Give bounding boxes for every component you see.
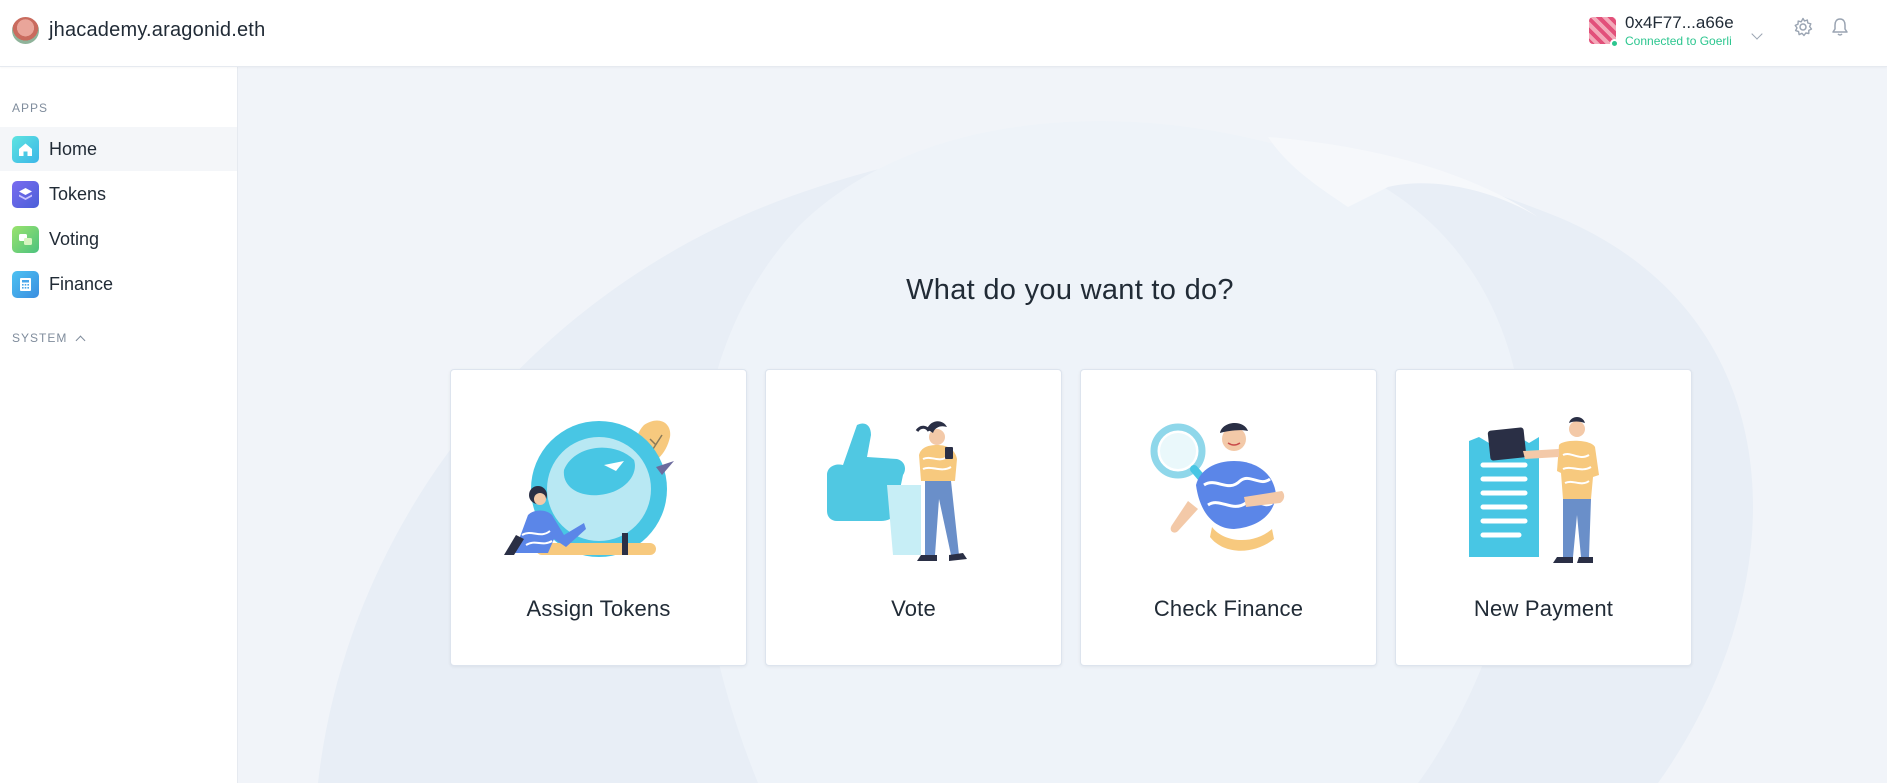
new-payment-illustration [1469,417,1599,563]
main-content: What do you want to do? Assign Tokens Vo… [238,67,1887,783]
account-address: 0x4F77...a66e [1625,13,1734,32]
apps-section-label: APPS [12,101,49,115]
tokens-icon [12,180,39,208]
finance-icon [12,270,39,298]
assign-tokens-card[interactable]: Assign Tokens [450,369,747,666]
new-payment-card[interactable]: New Payment [1395,369,1692,666]
check-finance-illustration [1150,422,1285,551]
home-icon [12,135,39,163]
sidebar-item-finance[interactable]: Finance [0,262,237,306]
org-switcher[interactable]: jhacademy.aragonid.eth [12,15,265,45]
sidebar-item-label: Home [49,138,98,159]
network-status: Connected to Goerli [1625,34,1732,48]
sidebar-item-label: Finance [49,273,114,294]
sidebar-item-label: Tokens [49,183,107,204]
sidebar-item-label: Voting [49,228,100,249]
bell-icon [1832,18,1848,36]
system-section-toggle[interactable]: SYSTEM [12,331,86,345]
check-finance-card[interactable]: Check Finance [1080,369,1377,666]
vote-illustration [827,421,967,561]
new-payment-label: New Payment [1473,596,1614,621]
vote-card[interactable]: Vote [765,369,1062,666]
chevron-down-icon [1751,28,1763,40]
sidebar-item-home[interactable]: Home [0,127,237,171]
org-name: jhacademy.aragonid.eth [49,18,266,41]
voting-icon [12,225,39,253]
settings-button[interactable] [1788,12,1818,42]
org-avatar [12,16,39,44]
page-title: What do you want to do? [906,274,1234,306]
assign-tokens-label: Assign Tokens [526,596,671,621]
sidebar: APPS Home Tokens Voting Finance SYSTEM [0,67,238,783]
vote-label: Vote [891,596,936,621]
system-section-label: SYSTEM [12,331,68,345]
assign-tokens-illustration [504,420,674,557]
sidebar-item-tokens[interactable]: Tokens [0,172,237,216]
top-bar: jhacademy.aragonid.eth 0x4F77...a66e Con… [0,0,1887,67]
account-button[interactable]: 0x4F77...a66e Connected to Goerli [1589,12,1763,52]
notifications-button[interactable] [1825,12,1855,42]
connection-status-dot [1610,39,1619,48]
check-finance-label: Check Finance [1153,596,1304,621]
settings-icon [1794,17,1813,37]
chevron-up-icon [75,335,86,345]
sidebar-item-voting[interactable]: Voting [0,217,237,261]
